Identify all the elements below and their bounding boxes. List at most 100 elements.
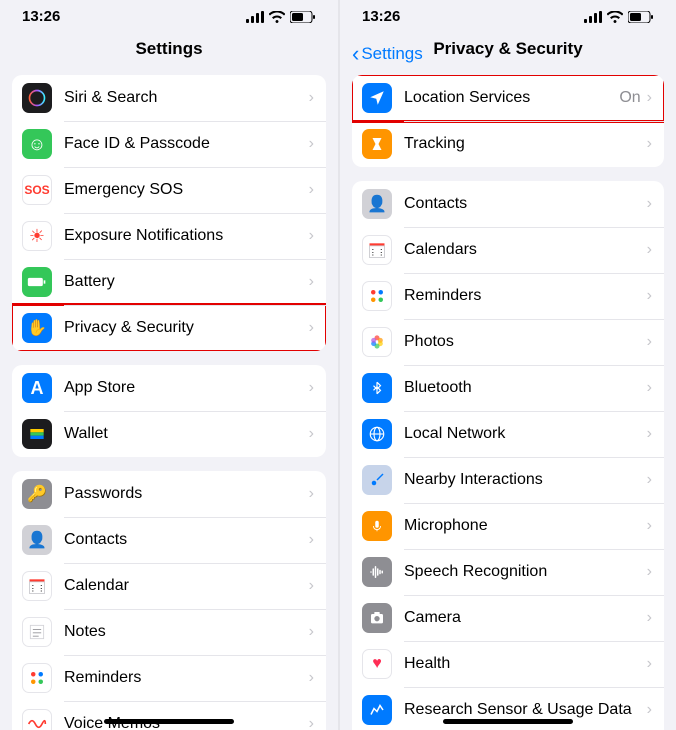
row-label: Passwords — [64, 485, 309, 503]
row-label: Notes — [64, 623, 309, 641]
bluetooth-privacy-row[interactable]: Bluetooth› — [352, 365, 664, 411]
nearby-interactions-row[interactable]: Nearby Interactions› — [352, 457, 664, 503]
row-label: Research Sensor & Usage Data — [404, 701, 647, 719]
notes-icon — [22, 617, 52, 647]
nav-bar: ‹Settings Privacy & Security — [340, 29, 676, 69]
status-indicators — [246, 11, 316, 23]
status-time: 13:26 — [22, 8, 60, 25]
page-title: Settings — [135, 39, 202, 58]
chevron-right-icon: › — [309, 227, 314, 245]
mic-icon — [362, 511, 392, 541]
photos-privacy-row[interactable]: Photos› — [352, 319, 664, 365]
svg-text:⋮⋮: ⋮⋮ — [369, 247, 386, 257]
row-label: Tracking — [404, 135, 647, 153]
microphone-row[interactable]: Microphone› — [352, 503, 664, 549]
siri-icon — [22, 83, 52, 113]
chevron-right-icon: › — [647, 701, 652, 719]
row-label: Contacts — [404, 195, 647, 213]
research-icon — [362, 695, 392, 725]
row-label: Speech Recognition — [404, 563, 647, 581]
chevron-right-icon: › — [309, 623, 314, 641]
siri-search-row[interactable]: Siri & Search› — [12, 75, 326, 121]
sos-icon: SOS — [22, 175, 52, 205]
home-indicator[interactable] — [443, 719, 573, 724]
health-icon: ♥ — [362, 649, 392, 679]
battery-row[interactable]: Battery› — [12, 259, 326, 305]
photos-icon — [362, 327, 392, 357]
chevron-right-icon: › — [309, 319, 314, 337]
contacts-privacy-row[interactable]: 👤Contacts› — [352, 181, 664, 227]
chevron-right-icon: › — [647, 89, 652, 107]
wifi-icon — [269, 11, 285, 23]
settings-list[interactable]: Siri & Search›☺Face ID & Passcode›SOSEme… — [0, 69, 338, 730]
row-label: Wallet — [64, 425, 309, 443]
signal-icon — [246, 11, 264, 23]
passwords-row[interactable]: 🔑Passwords› — [12, 471, 326, 517]
row-label: Emergency SOS — [64, 181, 309, 199]
chevron-right-icon: › — [647, 517, 652, 535]
reminders-privacy-row[interactable]: Reminders› — [352, 273, 664, 319]
key-icon: 🔑 — [22, 479, 52, 509]
network-icon — [362, 419, 392, 449]
voice-memos-row[interactable]: Voice Memos› — [12, 701, 326, 730]
home-indicator[interactable] — [104, 719, 234, 724]
wallet-row[interactable]: Wallet› — [12, 411, 326, 457]
chevron-right-icon: › — [647, 379, 652, 397]
chevron-right-icon: › — [647, 425, 652, 443]
chevron-right-icon: › — [309, 669, 314, 687]
chevron-right-icon: › — [309, 181, 314, 199]
calendars-privacy-row[interactable]: ⋮⋮Calendars› — [352, 227, 664, 273]
status-time: 13:26 — [362, 8, 400, 25]
status-bar: 13:26 — [340, 0, 676, 29]
location-services-row[interactable]: Location ServicesOn› — [352, 75, 664, 121]
row-label: Calendar — [64, 577, 309, 595]
calendar-icon: ⋮⋮ — [362, 235, 392, 265]
settings-group: Location ServicesOn›Tracking› — [352, 75, 664, 167]
privacy-security-row[interactable]: ✋ Privacy & Security› — [12, 305, 326, 351]
contacts-icon: 👤 — [22, 525, 52, 555]
row-label: Location Services — [404, 89, 619, 107]
calendar-row[interactable]: ⋮⋮Calendar› — [12, 563, 326, 609]
chevron-right-icon: › — [647, 471, 652, 489]
row-label: Reminders — [64, 669, 309, 687]
settings-group: 🔑Passwords›👤Contacts›⋮⋮Calendar›Notes›Re… — [12, 471, 326, 730]
emergency-sos-row[interactable]: SOS Emergency SOS› — [12, 167, 326, 213]
wallet-icon — [22, 419, 52, 449]
settings-group: Siri & Search›☺Face ID & Passcode›SOSEme… — [12, 75, 326, 351]
faceid-passcode-row[interactable]: ☺Face ID & Passcode› — [12, 121, 326, 167]
chevron-right-icon: › — [309, 715, 314, 730]
chevron-right-icon: › — [647, 609, 652, 627]
signal-icon — [584, 11, 602, 23]
camera-privacy-row[interactable]: Camera› — [352, 595, 664, 641]
row-label: Privacy & Security — [64, 319, 309, 337]
health-privacy-row[interactable]: ♥Health› — [352, 641, 664, 687]
app-store-row[interactable]: AApp Store› — [12, 365, 326, 411]
chevron-right-icon: › — [309, 379, 314, 397]
chevron-right-icon: › — [647, 195, 652, 213]
row-label: Battery — [64, 273, 309, 291]
chevron-right-icon: › — [309, 273, 314, 291]
row-label: Nearby Interactions — [404, 471, 647, 489]
back-button[interactable]: ‹Settings — [352, 41, 423, 67]
row-label: Microphone — [404, 517, 647, 535]
notes-row[interactable]: Notes› — [12, 609, 326, 655]
reminders-icon — [22, 663, 52, 693]
hand-icon: ✋ — [22, 313, 52, 343]
contacts-row[interactable]: 👤Contacts› — [12, 517, 326, 563]
location-icon — [362, 83, 392, 113]
row-label: Contacts — [64, 531, 309, 549]
row-label: Face ID & Passcode — [64, 135, 309, 153]
reminders-row[interactable]: Reminders› — [12, 655, 326, 701]
row-label: Siri & Search — [64, 89, 309, 107]
privacy-screen: 13:26 ‹Settings Privacy & Security Locat… — [338, 0, 676, 730]
tracking-row[interactable]: Tracking› — [352, 121, 664, 167]
local-network-row[interactable]: Local Network› — [352, 411, 664, 457]
speech-recognition-row[interactable]: Speech Recognition› — [352, 549, 664, 595]
privacy-list[interactable]: Location ServicesOn›Tracking›👤Contacts›⋮… — [340, 69, 676, 730]
exposure-notifications-row[interactable]: ☀Exposure Notifications› — [12, 213, 326, 259]
camera-icon — [362, 603, 392, 633]
chevron-right-icon: › — [647, 287, 652, 305]
chevron-right-icon: › — [647, 241, 652, 259]
back-label: Settings — [361, 44, 422, 64]
row-label: Exposure Notifications — [64, 227, 309, 245]
